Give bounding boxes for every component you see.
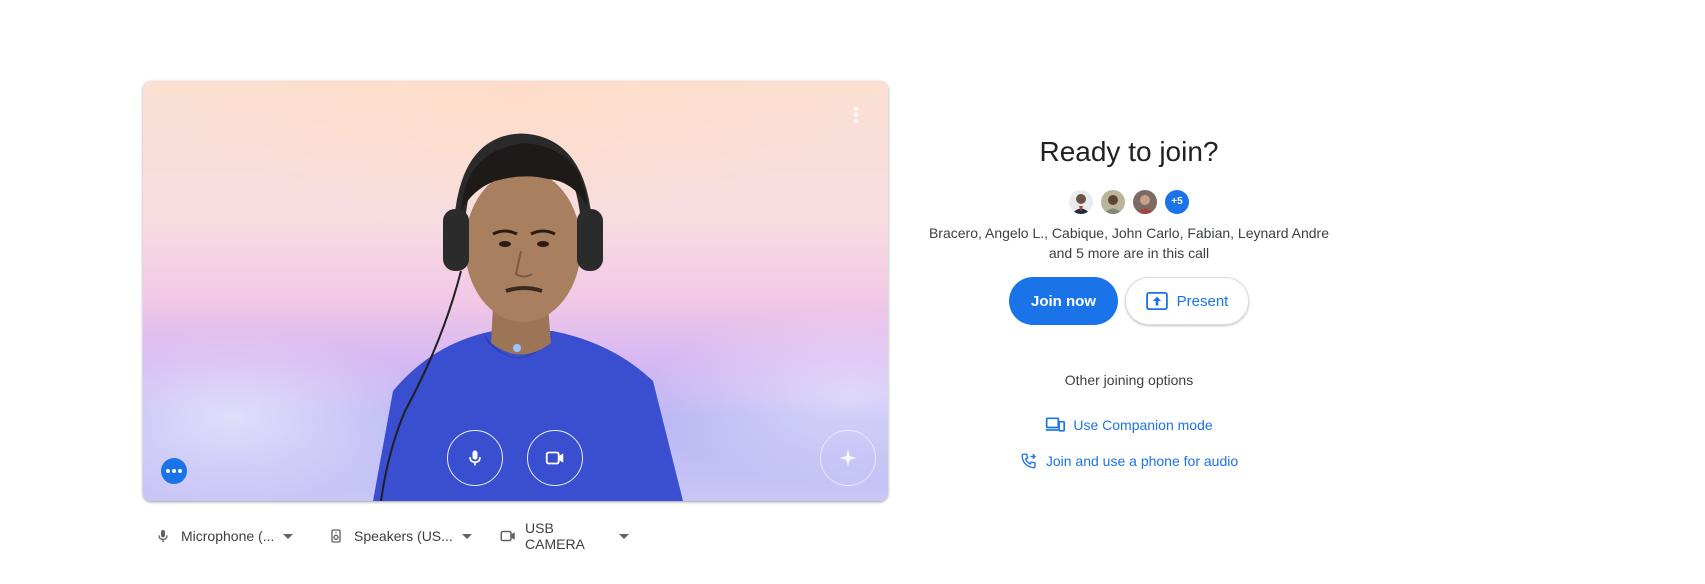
speakers-selector-label: Speakers (US... xyxy=(354,528,453,544)
microphone-selector-label: Microphone (... xyxy=(181,528,275,544)
chevron-down-icon xyxy=(619,533,629,539)
phone-audio-label: Join and use a phone for audio xyxy=(1045,453,1239,469)
device-selector-row: Microphone (... Speakers (US... USB CAME… xyxy=(143,520,639,552)
microphone-icon xyxy=(469,450,481,466)
self-view-video xyxy=(373,133,683,501)
page-title: Ready to join? xyxy=(1039,136,1219,167)
toggle-microphone-button[interactable] xyxy=(447,430,503,486)
avatar xyxy=(1133,190,1157,214)
present-to-all-icon xyxy=(1145,292,1168,310)
videocam-icon xyxy=(499,526,517,546)
visual-effects-button[interactable] xyxy=(820,430,876,486)
other-joining-options-label: Other joining options xyxy=(1064,372,1194,388)
microphone-icon xyxy=(153,526,173,546)
camera-selector[interactable]: USB CAMERA xyxy=(489,520,639,552)
speaker-icon xyxy=(326,526,346,546)
participants-more: and 5 more are in this call xyxy=(1048,245,1210,261)
camera-selector-label: USB CAMERA xyxy=(525,520,585,552)
sparkle-icon xyxy=(839,449,857,467)
videocam-icon xyxy=(545,451,564,465)
more-options-button[interactable] xyxy=(842,101,870,129)
phone-audio-link[interactable]: Join and use a phone for audio xyxy=(905,449,1353,473)
present-button[interactable]: Present xyxy=(1125,277,1249,325)
more-horiz-icon xyxy=(166,469,182,473)
join-actions: Join now Present xyxy=(905,277,1353,325)
participant-avatars: +5 xyxy=(905,190,1353,214)
reactions-more-button[interactable] xyxy=(161,458,187,484)
meet-prejoin-page: Microphone (... Speakers (US... USB CAME… xyxy=(0,0,1705,584)
companion-mode-icon xyxy=(1046,417,1066,432)
companion-mode-label: Use Companion mode xyxy=(1073,417,1213,433)
speakers-selector[interactable]: Speakers (US... xyxy=(316,522,489,550)
chevron-down-icon xyxy=(283,533,294,539)
video-preview xyxy=(143,81,888,501)
phone-forward-icon xyxy=(1021,453,1036,469)
participants-names: Bracero, Angelo L., Cabique, John Carlo,… xyxy=(928,225,1330,241)
avatar xyxy=(1101,190,1125,214)
present-button-label: Present xyxy=(1176,292,1229,310)
toggle-camera-button[interactable] xyxy=(527,430,583,486)
join-panel: Ready to join? +5 Bracero, Angelo L., Ca… xyxy=(905,132,1353,473)
more-participants-badge: +5 xyxy=(1165,190,1189,214)
participants-text: Bracero, Angelo L., Cabique, John Carlo,… xyxy=(905,223,1353,263)
join-now-button[interactable]: Join now xyxy=(1009,277,1118,325)
avatar xyxy=(1069,190,1093,214)
microphone-selector[interactable]: Microphone (... xyxy=(143,522,316,550)
chevron-down-icon xyxy=(461,533,472,539)
more-vert-icon xyxy=(854,105,858,125)
companion-mode-link[interactable]: Use Companion mode xyxy=(905,413,1353,437)
